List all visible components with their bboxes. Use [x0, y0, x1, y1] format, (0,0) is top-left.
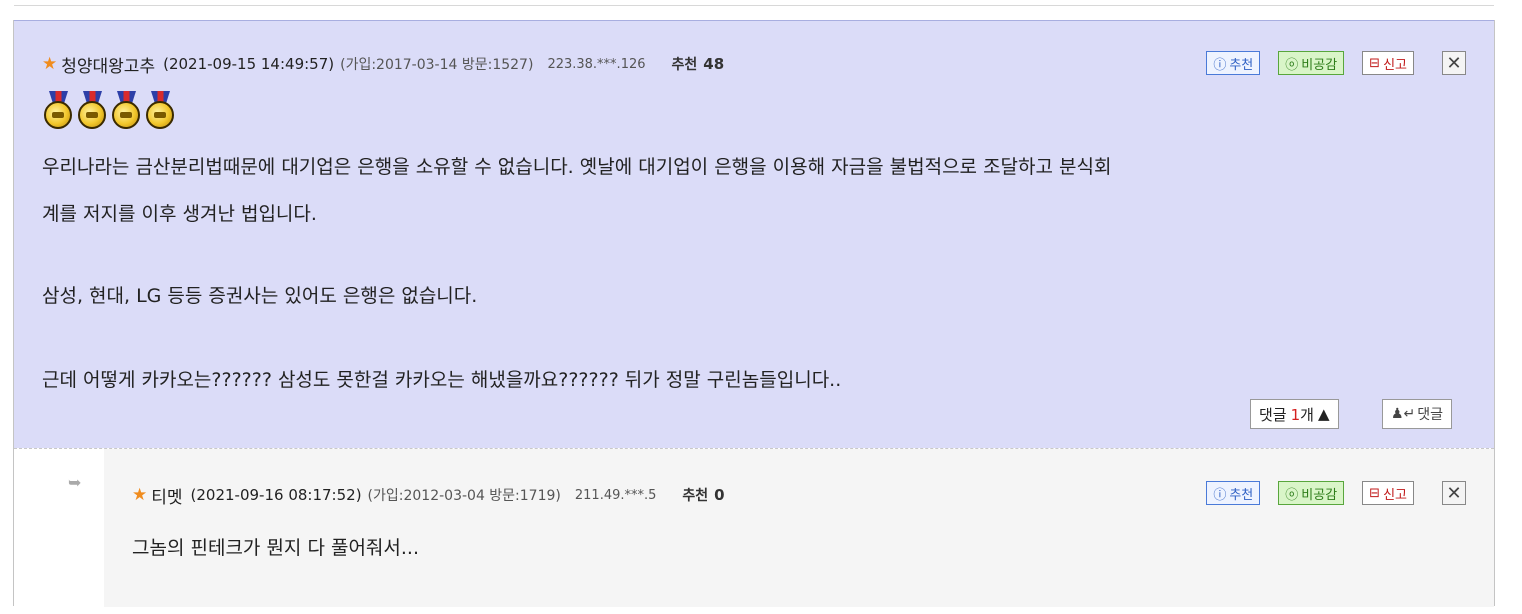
recommend-count: 0 [714, 486, 725, 504]
author-registration: (가입:2012-03-04 방문:1719) [367, 488, 561, 504]
comment-list: ★ 청양대왕고추 (2021-09-15 14:49:57) (가입:2017-… [13, 20, 1495, 607]
write-reply-button[interactable]: ♟↵ 댓글 [1382, 399, 1453, 429]
comment-datetime: (2021-09-16 08:17:52) [190, 486, 362, 504]
reply-meta: ★ 티멧 (2021-09-16 08:17:52) (가입:2012-03-0… [132, 483, 725, 508]
reply-actions: ⓘ 추천 ⓞ 비공감 ⊟ 신고 ✕ [1188, 481, 1466, 505]
close-icon[interactable]: ✕ [1442, 481, 1466, 505]
author-ip: 223.38.***.126 [547, 56, 646, 72]
medal-icon [76, 91, 109, 131]
reply-arrow-icon: ➥ [68, 473, 82, 492]
disagree-button[interactable]: ⓞ 비공감 [1278, 51, 1345, 75]
comment-text-line: 삼성, 현대, LG 등등 증권사는 있어도 은행은 없습니다. [42, 285, 478, 307]
medal-icon [144, 91, 177, 131]
comment-text-line: 근데 어떻게 카카오는?????? 삼성도 못한걸 카카오는 해냈을까요????… [42, 369, 842, 391]
comment-datetime: (2021-09-15 14:49:57) [163, 55, 335, 73]
recommend-button[interactable]: ⓘ 추천 [1206, 51, 1261, 75]
reply-count-toggle[interactable]: 댓글 1개 ▲ [1250, 399, 1339, 429]
reply-comment: ➥ ★ 티멧 (2021-09-16 08:17:52) (가입:2012-03… [14, 448, 1494, 607]
star-icon: ★ [42, 53, 58, 74]
triangle-up-icon: ▲ [1317, 405, 1330, 423]
recommend-icon: ⓘ [1213, 57, 1227, 73]
author-registration: (가입:2017-03-14 방문:1527) [340, 57, 534, 73]
medal-badges [42, 91, 177, 131]
medal-icon [42, 91, 75, 131]
reply-count-number: 1 [1290, 405, 1301, 424]
report-button[interactable]: ⊟ 신고 [1362, 51, 1414, 75]
siren-icon: ⊟ [1369, 485, 1381, 501]
comment-meta: ★ 청양대왕고추 (2021-09-15 14:49:57) (가입:2017-… [42, 52, 725, 77]
comment-text-line: 우리나라는 금산분리법때문에 대기업은 은행을 소유할 수 없습니다. 옛날에 … [42, 156, 1112, 178]
disagree-button[interactable]: ⓞ 비공감 [1278, 481, 1345, 505]
disagree-icon: ⓞ [1285, 487, 1299, 503]
medal-icon [110, 91, 143, 131]
recommend-icon: ⓘ [1213, 487, 1227, 503]
previous-comment-edge [14, 0, 1494, 6]
reply-body: ★ 티멧 (2021-09-16 08:17:52) (가입:2012-03-0… [104, 449, 1494, 607]
close-icon[interactable]: ✕ [1442, 51, 1466, 75]
reply-text: 그놈의 핀테크가 뭔지 다 풀어줘서... [132, 537, 419, 559]
recommend-count: 48 [703, 55, 725, 73]
report-button[interactable]: ⊟ 신고 [1362, 481, 1414, 505]
comment-text-line: 계를 저지를 이후 생겨난 법입니다. [42, 203, 317, 225]
star-icon: ★ [132, 484, 148, 505]
author-ip: 211.49.***.5 [574, 487, 657, 503]
disagree-icon: ⓞ [1285, 57, 1299, 73]
reply-icon: ♟↵ [1391, 406, 1416, 422]
author-nickname[interactable]: 티멧 [151, 483, 182, 508]
recommend-button[interactable]: ⓘ 추천 [1206, 481, 1261, 505]
siren-icon: ⊟ [1369, 55, 1381, 71]
recommend-label: 추천 [671, 57, 698, 73]
recommend-label: 추천 [682, 488, 709, 504]
best-comment: ★ 청양대왕고추 (2021-09-15 14:49:57) (가입:2017-… [14, 20, 1494, 448]
author-nickname[interactable]: 청양대왕고추 [61, 52, 155, 77]
comment-actions: ⓘ 추천 ⓞ 비공감 ⊟ 신고 ✕ [1188, 51, 1466, 75]
